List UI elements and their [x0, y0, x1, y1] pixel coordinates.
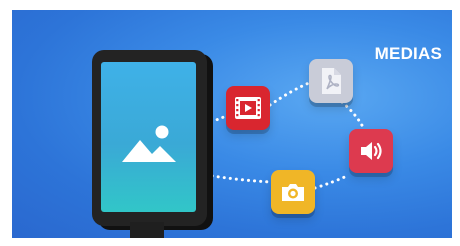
kiosk-stand	[130, 222, 164, 238]
media-illustration: MEDIAS	[12, 10, 452, 238]
connector-photo-audio	[313, 173, 351, 190]
pdf-document-icon	[322, 68, 341, 94]
connector-pdf-audio	[340, 100, 366, 131]
document-tile	[309, 59, 353, 103]
image-icon	[122, 125, 176, 162]
camera-icon	[282, 184, 304, 201]
video-tile	[226, 86, 270, 130]
connector-video-pdf	[268, 81, 311, 107]
film-play-icon	[235, 97, 261, 119]
audio-tile	[349, 129, 393, 173]
speaker-icon	[361, 142, 382, 160]
photo-tile	[271, 170, 315, 214]
